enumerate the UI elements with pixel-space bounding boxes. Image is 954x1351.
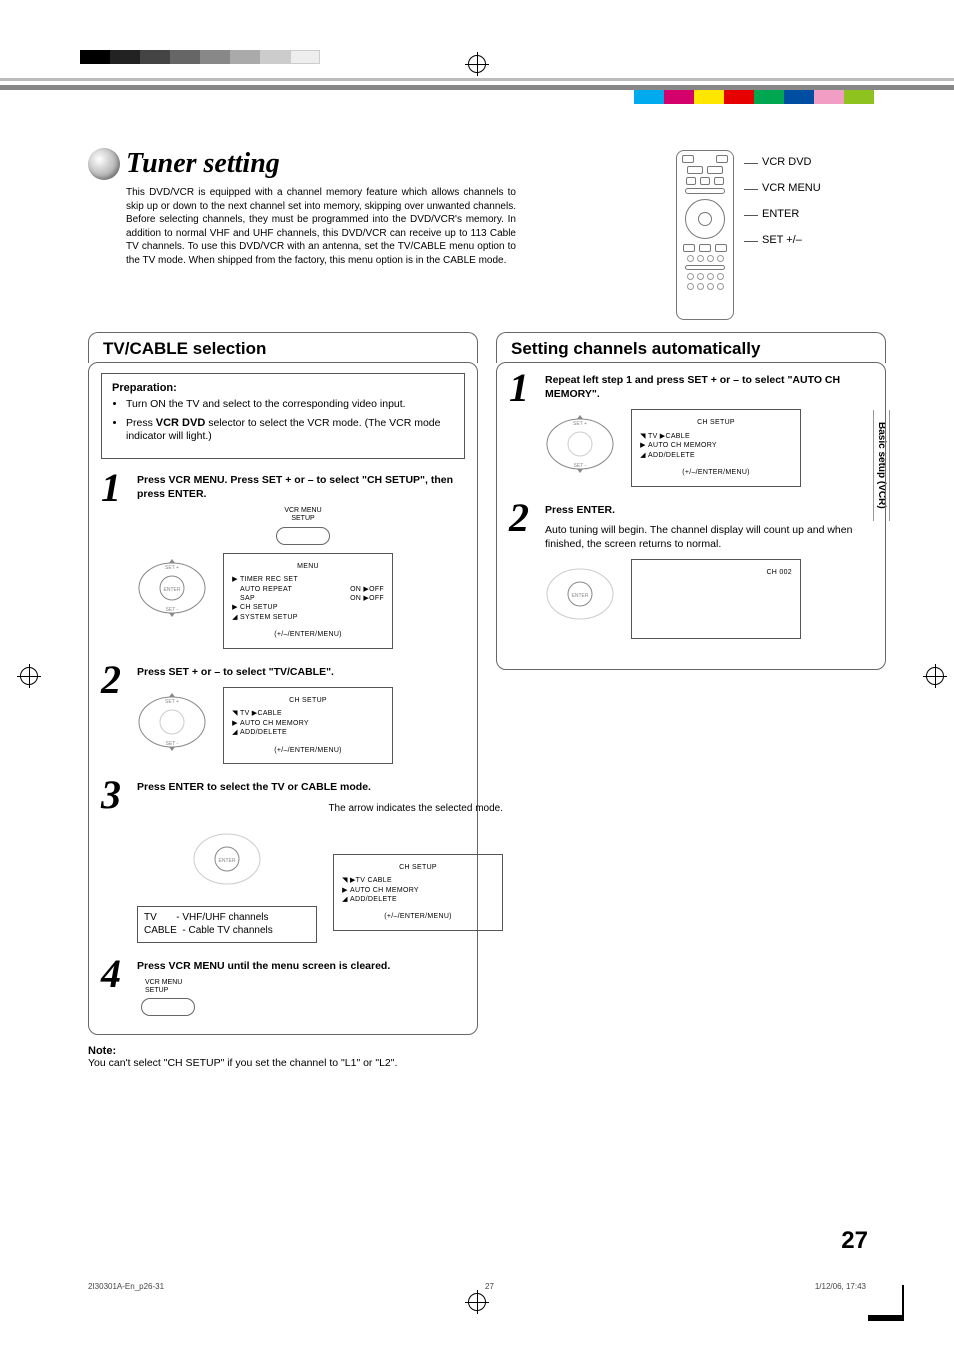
step-number: 1 (509, 373, 537, 487)
prep-item: Turn ON the TV and select to the corresp… (126, 398, 454, 412)
step-number: 2 (101, 665, 129, 764)
right-step-2: 2 Press ENTER. Auto tuning will begin. T… (509, 503, 873, 640)
svg-text:SET +: SET + (165, 565, 179, 571)
step-head: Press VCR MENU until the menu screen is … (137, 959, 465, 973)
svg-text:ENTER: ENTER (572, 593, 589, 599)
left-panel: Preparation: Turn ON the TV and select t… (88, 362, 478, 1035)
footer-date: 1/12/06, 17:43 (815, 1282, 866, 1291)
title-sphere-icon (88, 148, 120, 180)
svg-text:SET -: SET - (574, 463, 587, 469)
right-step-1: 1 Repeat left step 1 and press SET + or … (509, 373, 873, 487)
preparation-box: Preparation: Turn ON the TV and select t… (101, 373, 465, 459)
channel-type-legend: TV - VHF/UHF channels CABLE - Cable TV c… (137, 906, 317, 943)
note-text: You can't select "CH SETUP" if you set t… (88, 1057, 397, 1069)
svg-text:SET -: SET - (166, 741, 179, 747)
intro-paragraph: This DVD/VCR is equipped with a channel … (126, 186, 516, 267)
dpad-icon: ENTER SET + SET - (137, 553, 207, 623)
osd-screen: CH 002 (631, 559, 801, 639)
remote-outline (676, 150, 734, 320)
callout-vcr-dvd: VCR DVD (748, 156, 821, 168)
dpad-icon: SET + SET - (137, 687, 207, 757)
step-number: 4 (101, 959, 129, 1017)
osd-screen: CH SETUP◥▶TV CABLE▶AUTO CH MEMORY◢ADD/DE… (333, 854, 503, 931)
registration-icon (20, 60, 38, 1291)
osd-screen: MENU▶TIMER REC SETAUTO REPEATON ▶OFFSAPO… (223, 553, 393, 649)
osd-screen: CH SETUP◥TV ▶CABLE▶AUTO CH MEMORY◢ADD/DE… (223, 687, 393, 764)
left-step-3: 3 Press ENTER to select the TV or CABLE … (101, 780, 465, 943)
page-title: Tuner setting (88, 150, 646, 178)
remote-callouts: VCR DVD VCR MENU ENTER SET +/– (748, 150, 821, 246)
step-head: Press ENTER to select the TV or CABLE mo… (137, 780, 503, 794)
callout-set: SET +/– (748, 234, 821, 246)
left-step-2: 2 Press SET + or – to select "TV/CABLE".… (101, 665, 465, 764)
step-number: 2 (509, 503, 537, 640)
color-bars (634, 90, 874, 104)
grayscale-bars (80, 50, 320, 64)
left-step-1: 1 Press VCR MENU. Press SET + or – to se… (101, 473, 465, 649)
legend-val: - VHF/UHF channels (176, 912, 268, 923)
button-label: VCR MENU SETUP (141, 507, 465, 522)
vcr-menu-button-icon (276, 527, 330, 545)
osd-channel: CH 002 (640, 568, 792, 577)
step-head: Press SET + or – to select "TV/CABLE". (137, 665, 465, 679)
crop-corner-icon (868, 1285, 904, 1321)
svg-text:SET -: SET - (166, 607, 179, 613)
legend-key: TV (144, 912, 157, 923)
legend-val: - Cable TV channels (182, 925, 272, 936)
print-footer: 2I30301A-En_p26-31 27 1/12/06, 17:43 (88, 1282, 866, 1291)
remote-diagram: VCR DVD VCR MENU ENTER SET +/– (676, 150, 886, 320)
callout-enter: ENTER (748, 208, 821, 220)
note-heading: Note: (88, 1045, 116, 1057)
svg-text:ENTER: ENTER (219, 858, 236, 864)
dpad-icon: ENTER (545, 559, 615, 629)
dpad-icon: ENTER (192, 824, 262, 894)
step-head: Press VCR MENU. Press SET + or – to sele… (137, 473, 465, 501)
preparation-title: Preparation: (112, 382, 177, 394)
step-body-text: Auto tuning will begin. The channel disp… (545, 523, 873, 551)
callout-vcr-menu: VCR MENU (748, 182, 821, 194)
legend-key: CABLE (144, 925, 177, 936)
title-text: Tuner setting (126, 148, 280, 179)
registration-icon (468, 1293, 486, 1311)
print-rule (0, 78, 954, 81)
svg-text:ENTER: ENTER (164, 587, 181, 593)
dpad-icon: SET + SET - (545, 409, 615, 479)
osd-screen: CH SETUP◥TV ▶CABLE▶AUTO CH MEMORY◢ADD/DE… (631, 409, 801, 486)
left-step-4: 4 Press VCR MENU until the menu screen i… (101, 959, 465, 1017)
step-subtext: The arrow indicates the selected mode. (137, 802, 503, 816)
note-block: Note: You can't select "CH SETUP" if you… (88, 1045, 478, 1069)
prep-item: Press VCR DVD selector to select the VCR… (126, 416, 454, 444)
registration-icon (468, 55, 486, 73)
svg-text:SET +: SET + (165, 699, 179, 705)
svg-text:SET +: SET + (573, 421, 587, 427)
left-heading: TV/CABLE selection (88, 332, 478, 363)
step-head: Repeat left step 1 and press SET + or – … (545, 373, 873, 401)
footer-file: 2I30301A-En_p26-31 (88, 1282, 164, 1291)
right-heading: Setting channels automatically (496, 332, 886, 363)
page-number: 27 (841, 1227, 868, 1255)
step-head: Press ENTER. (545, 503, 873, 517)
step-number: 3 (101, 780, 129, 943)
vcr-menu-button-icon (141, 998, 195, 1016)
footer-page: 27 (485, 1282, 494, 1291)
registration-icon (926, 60, 944, 1291)
right-panel: 1 Repeat left step 1 and press SET + or … (496, 362, 886, 670)
button-label: VCR MENU SETUP (145, 979, 465, 994)
step-number: 1 (101, 473, 129, 649)
